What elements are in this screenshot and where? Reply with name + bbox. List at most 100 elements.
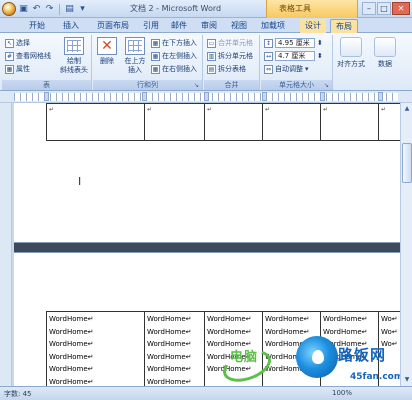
- vertical-ruler: [0, 103, 12, 386]
- row-height-input[interactable]: 4.95 厘米: [275, 38, 315, 48]
- ruler-column-marker[interactable]: [262, 92, 267, 101]
- split-table-icon: ▤: [207, 64, 216, 74]
- page-gap: [14, 243, 400, 252]
- close-button[interactable]: ✕: [392, 2, 410, 15]
- split-table-label: 拆分表格: [218, 65, 246, 73]
- table-cell[interactable]: ↵: [262, 103, 321, 141]
- draw-diagonal-button[interactable]: 绘制 斜线表头: [58, 37, 90, 75]
- tab-page-layout[interactable]: 页面布局: [92, 19, 134, 33]
- insert-above-icon: [125, 37, 145, 55]
- autofit-button[interactable]: ⇔ 自动调整 ▾: [264, 63, 309, 75]
- word-count[interactable]: 字数: 45: [4, 389, 32, 399]
- table-cell[interactable]: WordHome↵ WordHome↵ WordHome↵ WordHome↵ …: [46, 311, 145, 390]
- col-width-input[interactable]: 4.7 厘米: [275, 51, 315, 61]
- insert-below-icon: ▦: [151, 38, 160, 48]
- delete-button[interactable]: ✕ 删除: [95, 37, 119, 66]
- delete-table-icon: ✕: [97, 37, 117, 55]
- split-cells-icon: ▥: [207, 51, 216, 61]
- insert-below-button[interactable]: ▦ 在下方插入: [151, 37, 197, 49]
- insert-right-button[interactable]: ▦ 在右侧插入: [151, 63, 197, 75]
- insert-left-button[interactable]: ▦ 在左侧插入: [151, 50, 197, 62]
- properties-icon: ▦: [5, 64, 14, 74]
- page-1[interactable]: ↵ ↵ ↵ ↵ ↵ ↵: [14, 103, 401, 243]
- open-icon[interactable]: ▤: [64, 4, 75, 15]
- insert-left-icon: ▦: [151, 51, 160, 61]
- insert-right-icon: ▦: [151, 64, 160, 74]
- properties-button[interactable]: ▦ 属性: [5, 63, 30, 75]
- tab-design[interactable]: 设计: [300, 19, 326, 33]
- alignment-label: 对齐方式: [337, 60, 365, 68]
- select-button[interactable]: ↖ 选择: [5, 37, 30, 49]
- ruler-column-marker[interactable]: [204, 92, 209, 101]
- group-cell-size-label: 单元格大小: [261, 80, 332, 90]
- save-icon[interactable]: ▣: [18, 4, 29, 15]
- title-bar: ▣ ↶ ↷ ▤ ▾ 文档 2 - Microsoft Word 表格工具 – □…: [0, 0, 412, 18]
- table-cell[interactable]: ↵: [320, 103, 379, 141]
- undo-icon[interactable]: ↶: [31, 4, 42, 15]
- window-controls: – □ ✕: [362, 2, 410, 15]
- view-gridlines-button[interactable]: # 查看网格线: [5, 50, 51, 62]
- tab-mailings[interactable]: 邮件: [166, 19, 192, 33]
- ribbon: ↖ 选择 # 查看网格线 ▦ 属性 绘制 斜线表头 表 ✕ 删除 在上方 插入 …: [0, 33, 412, 91]
- table-cell[interactable]: ↵: [204, 103, 263, 141]
- tab-layout[interactable]: 布局: [330, 19, 358, 33]
- alignment-button[interactable]: 对齐方式: [336, 37, 366, 69]
- ruler-column-marker[interactable]: [320, 92, 325, 101]
- tab-home[interactable]: 开始: [24, 19, 50, 33]
- table-top-fragment[interactable]: ↵ ↵ ↵ ↵ ↵ ↵: [46, 103, 401, 141]
- window-title: 文档 2 - Microsoft Word: [130, 4, 222, 13]
- col-width-spinner-icon[interactable]: ⬍: [317, 52, 323, 60]
- table-cell[interactable]: ↵: [46, 103, 145, 141]
- scroll-up-icon[interactable]: ▲: [402, 104, 412, 114]
- row-height-icon: ↕: [264, 38, 273, 48]
- col-width-control: ↔ 4.7 厘米 ⬍: [264, 50, 323, 62]
- redo-icon[interactable]: ↷: [44, 4, 55, 15]
- autofit-icon: ⇔: [264, 64, 273, 74]
- ruler-column-marker[interactable]: [378, 92, 383, 101]
- group-table-label: 表: [2, 80, 91, 90]
- quick-access-toolbar: ▣ ↶ ↷ ▤ ▾: [2, 2, 88, 16]
- group-rows-cols: ✕ 删除 在上方 插入 ▦ 在下方插入 ▦ 在左侧插入 ▦ 在右侧插入 行和列 …: [93, 35, 203, 90]
- scroll-thumb[interactable]: [402, 143, 412, 183]
- ruler-column-marker[interactable]: [44, 92, 49, 101]
- tab-add-ins[interactable]: 加载项: [256, 19, 290, 33]
- maximize-button[interactable]: □: [377, 2, 391, 15]
- minimize-button[interactable]: –: [362, 2, 376, 15]
- tab-review[interactable]: 审阅: [196, 19, 222, 33]
- data-icon: [374, 37, 396, 57]
- autofit-dropdown-icon: ▾: [305, 65, 309, 73]
- alignment-icon: [340, 37, 362, 57]
- merge-cells-label: 合并单元格: [218, 39, 253, 47]
- row-height-spinner-icon[interactable]: ⬍: [317, 39, 323, 47]
- ribbon-tabs: 开始 插入 页面布局 引用 邮件 审阅 视图 加载项 设计 布局: [0, 18, 412, 33]
- customize-qat-icon[interactable]: ▾: [77, 4, 88, 15]
- office-button[interactable]: [2, 2, 16, 16]
- split-cells-label: 拆分单元格: [218, 52, 253, 60]
- table-cell[interactable]: WordHome↵ WordHome↵ WordHome↵ WordHome↵ …: [144, 311, 205, 390]
- properties-label: 属性: [16, 65, 30, 73]
- vertical-scrollbar[interactable]: ▲ ▼: [400, 103, 412, 386]
- cell-size-launcher-icon[interactable]: ↘: [324, 82, 331, 89]
- horizontal-ruler[interactable]: [0, 91, 412, 103]
- insert-above-button[interactable]: 在上方 插入: [121, 37, 149, 75]
- data-button[interactable]: 数据: [370, 37, 400, 69]
- ruler-column-marker[interactable]: [142, 92, 147, 101]
- table-cell[interactable]: ↵: [378, 103, 401, 141]
- split-cells-button[interactable]: ▥ 拆分单元格: [207, 50, 253, 62]
- split-table-button[interactable]: ▤ 拆分表格: [207, 63, 246, 75]
- row-height-control: ↕ 4.95 厘米 ⬍: [264, 37, 323, 49]
- table-row: ↵ ↵ ↵ ↵ ↵ ↵: [46, 103, 401, 141]
- tab-view[interactable]: 视图: [226, 19, 252, 33]
- merge-cells-button[interactable]: ▭ 合并单元格: [207, 37, 253, 49]
- table-cell[interactable]: ↵: [144, 103, 205, 141]
- tab-references[interactable]: 引用: [138, 19, 164, 33]
- zoom-level[interactable]: 100%: [332, 389, 352, 397]
- scroll-down-icon[interactable]: ▼: [402, 375, 412, 385]
- tab-insert[interactable]: 插入: [58, 19, 84, 33]
- insert-left-label: 在左侧插入: [162, 52, 197, 60]
- group-rows-cols-label: 行和列: [93, 80, 202, 90]
- rows-cols-launcher-icon[interactable]: ↘: [194, 82, 201, 89]
- status-bar: 字数: 45 100%: [0, 386, 412, 400]
- watermark-brand-text: 路饭网: [338, 346, 387, 364]
- page-2[interactable]: WordHome↵ WordHome↵ WordHome↵ WordHome↵ …: [14, 252, 401, 390]
